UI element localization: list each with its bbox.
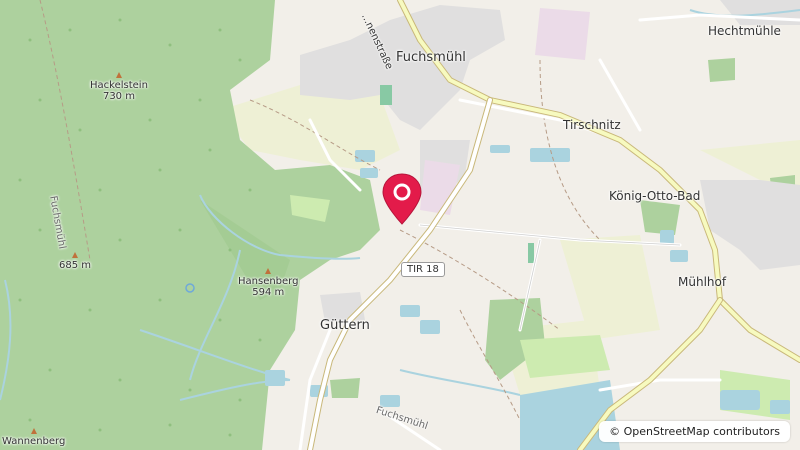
peak-wannenberg: Wannenberg [2, 428, 65, 447]
map-attribution[interactable]: © OpenStreetMap contributors [599, 421, 790, 442]
peak-name: Wannenberg [2, 436, 66, 447]
place-label-koenig-otto-bad: König-Otto-Bad [609, 189, 701, 203]
residential-area [720, 0, 800, 25]
peak-icon [265, 268, 272, 274]
forest-area [330, 378, 360, 398]
forest-area [640, 200, 680, 235]
place-label-guettern: Güttern [320, 318, 370, 333]
peak-hansenberg: Hansenberg 594 m [238, 268, 298, 298]
map-view[interactable]: Fuchsmühl Tirschnitz König-Otto-Bad Mühl… [0, 0, 800, 450]
peak-unnamed: 685 m [59, 252, 91, 271]
peak-icon [30, 428, 37, 434]
place-label-fuchsmuehl: Fuchsmühl [396, 50, 466, 65]
peak-icon [72, 252, 78, 258]
peak-elevation: 685 m [59, 260, 92, 271]
forest-area [708, 58, 735, 82]
peak-name: Hackelstein [90, 80, 148, 91]
road-ref-shield: TIR 18 [401, 262, 445, 277]
commercial-area [535, 8, 590, 60]
place-label-hechtmuehle: Hechtmühle [708, 24, 781, 38]
place-label-muehlhof: Mühlhof [678, 275, 727, 289]
peak-icon [115, 72, 122, 78]
location-pin-icon[interactable] [380, 172, 424, 226]
place-label-tirschnitz: Tirschnitz [563, 118, 621, 132]
peak-elevation: 594 m [252, 287, 285, 298]
peak-hackelstein: Hackelstein 730 m [90, 72, 148, 102]
peak-elevation: 730 m [102, 91, 135, 102]
peak-name: Hansenberg [238, 276, 299, 287]
commercial-area [420, 160, 460, 215]
